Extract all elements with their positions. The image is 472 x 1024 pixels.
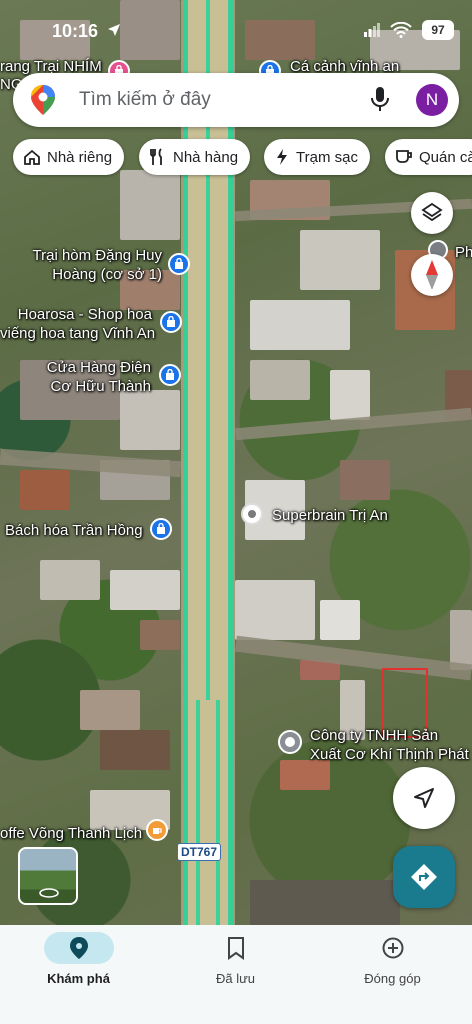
chip-coffee-label: Quán cà [419, 148, 472, 166]
place-label-bach-hoa[interactable]: Bách hóa Trần Hồng [5, 521, 143, 540]
shopping-bag-pin-icon[interactable] [150, 518, 172, 540]
layers-icon [421, 202, 443, 222]
place-label-cong-ty[interactable]: Công ty TNHH Sản Xuất Cơ Khí Thịnh Phát [310, 726, 469, 764]
place-label-cua-hang-line2: Cơ Hữu Thành [50, 378, 151, 395]
layers-button[interactable] [411, 192, 453, 234]
nav-contribute[interactable]: Đóng góp [314, 925, 471, 1024]
rotate-360-icon [39, 888, 59, 898]
chip-charging[interactable]: Trạm sạc [264, 139, 370, 175]
place-pin-icon[interactable] [278, 730, 302, 754]
coffee-pin-icon[interactable] [146, 819, 168, 841]
chip-coffee[interactable]: Quán cà [385, 139, 472, 175]
compass-icon [426, 260, 438, 290]
place-label-dang-huy[interactable]: Trại hòm Đặng Huy Hoàng (cơ sở 1) [20, 246, 163, 284]
location-arrow-icon [108, 24, 120, 36]
place-label-hoarosa-line1: Hoarosa - Shop hoa [17, 306, 152, 323]
chip-restaurant-label: Nhà hàng [173, 148, 239, 166]
place-label-superbrain[interactable]: Superbrain Trị An [272, 506, 388, 525]
place-label-cua-hang[interactable]: Cửa Hàng Điện Cơ Hữu Thành [20, 358, 151, 396]
nav-explore-label: Khám phá [47, 971, 110, 986]
wifi-icon [390, 22, 412, 38]
status-bar: 10:16 97 [0, 0, 472, 62]
place-label-cong-ty-line1: Công ty TNHH Sản [310, 727, 439, 744]
add-circle-icon [382, 937, 404, 959]
avatar[interactable]: N [416, 84, 448, 116]
chip-home[interactable]: Nhà riêng [13, 139, 125, 175]
directions-button[interactable] [393, 846, 455, 908]
nav-saved-label: Đã lưu [215, 971, 256, 986]
compass-button[interactable] [411, 254, 453, 296]
chip-home-label: Nhà riêng [47, 148, 113, 166]
bookmark-icon [228, 937, 244, 960]
search-bar[interactable]: Tìm kiếm ở đây N [13, 73, 459, 127]
street-view-thumbnail[interactable] [18, 847, 78, 905]
my-location-button[interactable] [393, 767, 455, 829]
shopping-bag-pin-icon[interactable] [168, 253, 190, 275]
google-maps-logo-icon [31, 85, 55, 115]
place-label-cong-ty-line2: Xuất Cơ Khí Thịnh Phát [310, 746, 469, 763]
place-label-cua-hang-line1: Cửa Hàng Điện [46, 359, 151, 376]
chip-charging-label: Trạm sạc [296, 148, 358, 166]
nav-explore[interactable]: Khám phá [0, 925, 157, 1024]
nav-contribute-label: Đóng góp [364, 971, 421, 986]
place-label-dang-huy-line1: Trại hòm Đặng Huy [32, 247, 163, 264]
signal-icon [364, 23, 380, 37]
place-label-ph[interactable]: Ph [455, 243, 472, 262]
place-label-coffee[interactable]: offe Võng Thanh Lịch [0, 824, 142, 843]
home-icon [24, 149, 40, 165]
shopping-bag-pin-icon[interactable] [160, 311, 182, 333]
nav-saved[interactable]: Đã lưu [157, 925, 314, 1024]
navigation-arrow-icon [414, 788, 434, 808]
bolt-icon [277, 149, 287, 165]
chip-restaurant[interactable]: Nhà hàng [139, 139, 251, 175]
restaurant-icon [150, 148, 162, 165]
place-label-hoarosa[interactable]: Hoarosa - Shop hoa viếng hoa tang Vĩnh A… [0, 305, 156, 343]
place-label-hoarosa-line2: viếng hoa tang Vĩnh An [0, 325, 156, 342]
battery-indicator: 97 [422, 20, 454, 40]
mic-icon[interactable] [369, 86, 391, 114]
route-badge: DT767 [177, 843, 222, 861]
coffee-icon [396, 150, 412, 163]
shopping-bag-pin-icon[interactable] [159, 364, 181, 386]
search-input[interactable]: Tìm kiếm ở đây [79, 89, 211, 111]
bottom-navigation: Khám phá Đã lưu Đóng góp [0, 925, 472, 1024]
directions-icon [411, 864, 437, 890]
status-time: 10:16 [52, 21, 99, 41]
school-pin-icon[interactable] [241, 503, 263, 525]
explore-pin-icon [70, 937, 88, 959]
place-label-dang-huy-line2: Hoàng (cơ sở 1) [52, 266, 162, 283]
